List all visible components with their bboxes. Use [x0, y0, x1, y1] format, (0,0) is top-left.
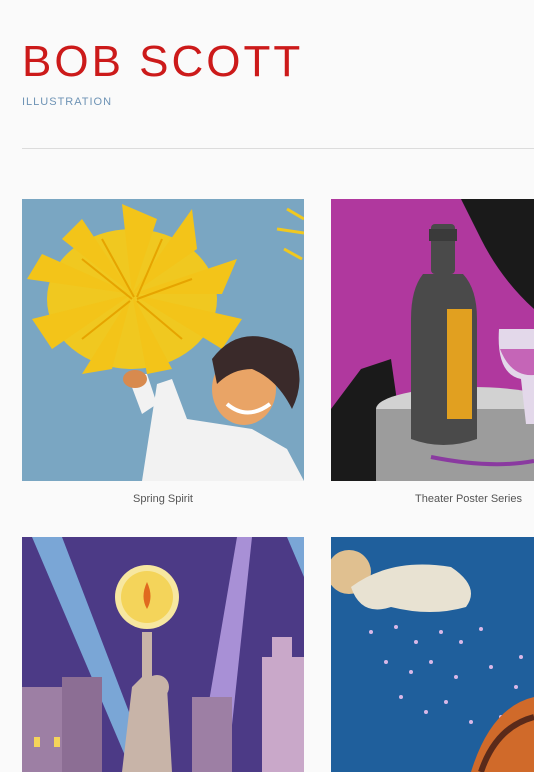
theater-poster-image: [331, 199, 534, 481]
liberty-image: [22, 537, 304, 772]
gallery-caption[interactable]: Spring Spirit: [22, 493, 304, 505]
gallery-item-theater-poster-series[interactable]: [331, 199, 534, 481]
spring-spirit-image: [22, 199, 304, 481]
night-sky-image: [331, 537, 534, 772]
site-title[interactable]: BOB SCOTT: [22, 40, 303, 84]
site-subtitle: ILLUSTRATION: [22, 96, 113, 108]
gallery-item-liberty[interactable]: [22, 537, 304, 772]
gallery-caption[interactable]: Theater Poster Series: [331, 493, 534, 505]
gallery-item-spring-spirit[interactable]: [22, 199, 304, 481]
gallery-item-night-sky[interactable]: [331, 537, 534, 772]
header-divider: [22, 148, 534, 149]
